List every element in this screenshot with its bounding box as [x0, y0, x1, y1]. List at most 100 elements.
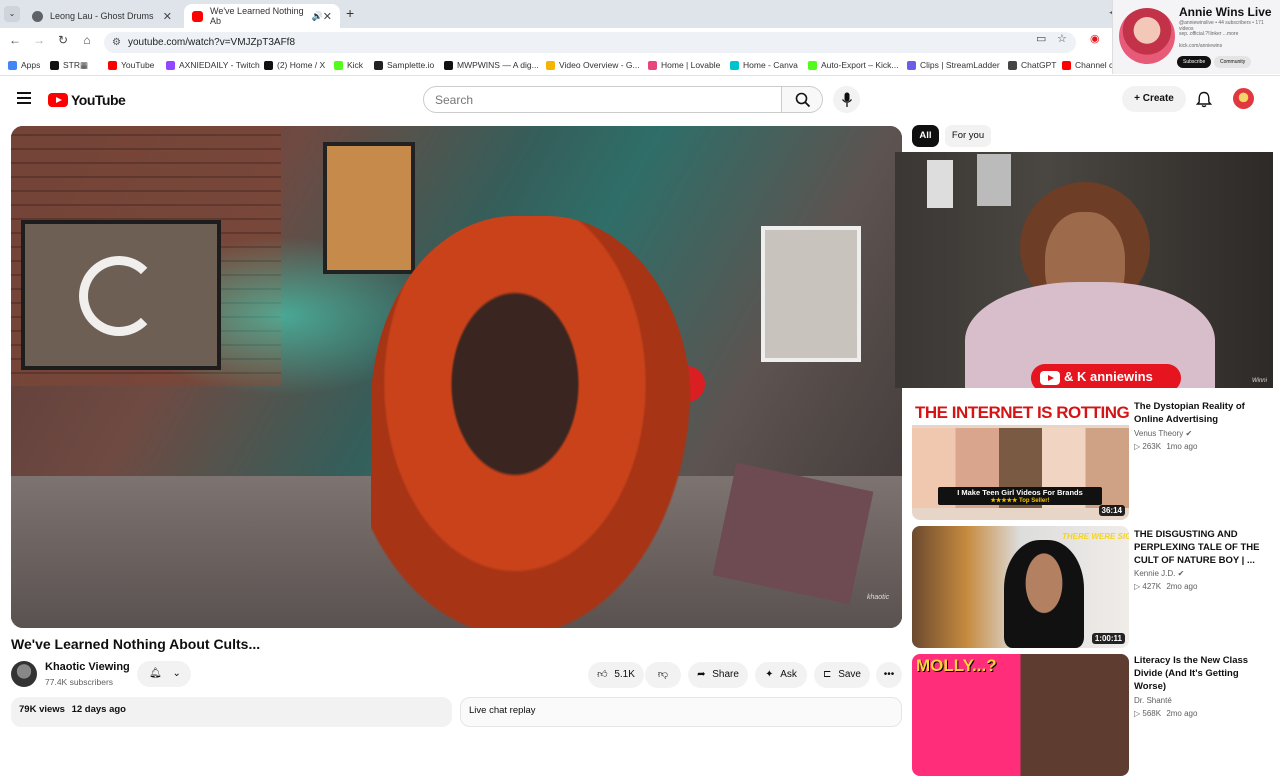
dislike-button[interactable]: 👎︎	[645, 662, 681, 688]
bookmark-favicon-icon	[907, 60, 916, 70]
art-poster	[323, 142, 415, 274]
bookmark-favicon-icon	[166, 60, 175, 70]
site-info-icon[interactable]: ⚙	[112, 32, 121, 53]
bookmark-favicon-icon	[108, 60, 117, 70]
bookmark-item[interactable]: YouTube	[108, 60, 154, 70]
bookmark-item[interactable]: Video Overview - G...	[546, 60, 640, 70]
video-thumbnail[interactable]: MOLLY...?	[912, 654, 1129, 776]
reload-icon[interactable]: ↻	[54, 33, 72, 47]
channel-watermark[interactable]: khaotic	[867, 594, 889, 601]
voice-search-button[interactable]	[833, 86, 860, 113]
account-avatar[interactable]	[1233, 88, 1254, 109]
audio-playing-icon[interactable]: 🔊	[312, 11, 323, 22]
bookmark-label: Samplette.io	[387, 60, 435, 70]
bookmark-item[interactable]: STR	[50, 60, 80, 70]
recommended-age: 2mo ago	[1166, 709, 1198, 718]
recommended-age: 2mo ago	[1166, 582, 1198, 591]
bookmark-favicon-icon	[8, 60, 17, 70]
recommended-channel[interactable]: Venus Theory ✔	[1134, 429, 1192, 438]
verified-check-icon: ✔	[1185, 429, 1193, 438]
bookmark-item[interactable]: ChatGPT	[1008, 60, 1056, 70]
close-tab-icon[interactable]: ✕	[323, 10, 332, 23]
notifications-bell-icon[interactable]	[1196, 91, 1212, 108]
description-box[interactable]: 79K views 12 days ago	[11, 697, 452, 727]
chip-all[interactable]: All	[912, 125, 939, 147]
stream-handle-text: & K anniewins	[1064, 369, 1153, 384]
bookmark-item[interactable]: Auto-Export – Kick...	[808, 60, 898, 70]
browser-tab-ghost-drums[interactable]: Leong Lau - Ghost Drums ✕	[24, 4, 180, 28]
create-button[interactable]: + Create	[1122, 86, 1186, 112]
bookmark-favicon-icon	[648, 60, 657, 70]
menu-icon[interactable]	[17, 92, 31, 104]
subscription-notification-button[interactable]: 🔔︎ ⌄	[137, 661, 191, 687]
bookmark-item[interactable]: Samplette.io	[374, 60, 434, 70]
search-input[interactable]	[423, 86, 782, 113]
like-button[interactable]: 👍︎ 5.1K	[588, 662, 644, 688]
forward-arrow-icon[interactable]: →	[30, 33, 48, 47]
bookmark-label: (2) Home / X	[277, 60, 326, 70]
bookmark-item[interactable]: Apps	[8, 60, 40, 70]
new-tab-button[interactable]: +	[346, 5, 354, 21]
recommended-video[interactable]: MOLLY...? Literacy Is the New Class Divi…	[912, 654, 1272, 776]
url-text: youtube.com/watch?v=VMJZpT3AFf8	[128, 37, 296, 48]
tab-search-chevron-icon[interactable]: ⌄	[4, 6, 20, 22]
video-thumbnail[interactable]: THERE WERE SIGNS... 1:00:11	[912, 526, 1129, 648]
cast-icon[interactable]: ▭	[1036, 32, 1046, 45]
bookmark-item[interactable]: Kick	[334, 60, 363, 70]
recommended-video-title[interactable]: Literacy Is the New Class Divide (And It…	[1134, 654, 1266, 693]
channel-name[interactable]: Khaotic Viewing	[45, 661, 130, 673]
ask-button[interactable]: ✦ Ask	[755, 662, 807, 688]
video-player[interactable]: khaotic	[11, 126, 902, 628]
webcam-watermark: Winni	[1252, 378, 1267, 384]
bookmark-item[interactable]: Clips | StreamLadder	[907, 60, 1000, 70]
bookmark-label: Home | Lovable	[661, 60, 721, 70]
webcam-overlay: & K anniewins Winni	[895, 152, 1273, 388]
home-icon[interactable]: ⌂	[78, 33, 96, 47]
back-arrow-icon[interactable]: ←	[6, 33, 24, 47]
overlay-channel-link: kick.com/anniewins	[1179, 43, 1223, 49]
search-button[interactable]	[781, 86, 823, 113]
annie-avatar	[1119, 8, 1175, 64]
recommended-video-title[interactable]: THE DISGUSTING AND PERPLEXING TALE OF TH…	[1134, 528, 1266, 567]
bell-icon: 🔔︎	[149, 668, 162, 679]
close-tab-icon[interactable]: ✕	[163, 10, 172, 23]
sparkle-icon: ✦	[765, 669, 774, 680]
url-bar[interactable]: ⚙ youtube.com/watch?v=VMJZpT3AFf8	[104, 32, 1076, 53]
more-actions-button[interactable]: •••	[876, 662, 902, 688]
record-extension-icon[interactable]: ◉	[1090, 32, 1100, 45]
play-icon: ▷	[1134, 582, 1141, 591]
thumbnail-rating-text: ★★★★★ Top Seller!	[990, 498, 1050, 504]
recommended-channel[interactable]: Dr. Shanté	[1134, 696, 1172, 705]
globe-icon	[32, 10, 43, 22]
channel-avatar[interactable]	[11, 661, 37, 687]
recommended-channel[interactable]: Kennie J.D. ✔	[1134, 569, 1184, 578]
bookmark-item[interactable]: AXNIEDAILY - Twitch	[166, 60, 260, 70]
share-button[interactable]: ➦ Share	[688, 662, 748, 688]
bookmark-label: Home - Canva	[743, 60, 798, 70]
bookmark-item[interactable]: MWPWINS — A dig...	[444, 60, 539, 70]
video-thumbnail[interactable]: THE INTERNET IS ROTTING I Make Teen Girl…	[912, 398, 1129, 520]
bookmark-favicon-icon	[546, 60, 555, 70]
live-chat-replay[interactable]: Live chat replay	[460, 697, 902, 727]
create-label: Create	[1142, 93, 1174, 104]
recommended-video[interactable]: THERE WERE SIGNS... 1:00:11 THE DISGUSTI…	[912, 526, 1272, 648]
recommended-video-title[interactable]: The Dystopian Reality of Online Advertis…	[1134, 400, 1266, 426]
bookmark-item[interactable]: Home - Canva	[730, 60, 798, 70]
recommended-video[interactable]: THE INTERNET IS ROTTING I Make Teen Girl…	[912, 398, 1272, 520]
chip-for-you[interactable]: For you	[945, 125, 991, 147]
thumbnail-person	[1004, 540, 1084, 648]
bookmark-item[interactable]: Home | Lovable	[648, 60, 720, 70]
bookmark-favicon-icon	[374, 60, 383, 70]
bookmark-item[interactable]: (2) Home / X	[264, 60, 325, 70]
bookmark-label: MWPWINS — A dig...	[457, 60, 539, 70]
app-grid-icon[interactable]: ▦	[80, 60, 88, 71]
overlay-channel-name: Annie Wins Live	[1179, 5, 1272, 19]
youtube-logo[interactable]: YouTube	[48, 92, 126, 108]
thumbnail-text: THERE WERE SIGNS...	[1062, 532, 1129, 541]
browser-tab-youtube-video[interactable]: We've Learned Nothing Ab 🔊 ✕	[184, 4, 340, 28]
bookmark-label: STR	[63, 60, 80, 70]
bookmark-star-icon[interactable]: ☆	[1057, 32, 1067, 45]
bookmark-favicon-icon	[730, 60, 739, 70]
loading-spinner-icon	[79, 256, 159, 336]
save-button[interactable]: ⊏ Save	[814, 662, 870, 688]
